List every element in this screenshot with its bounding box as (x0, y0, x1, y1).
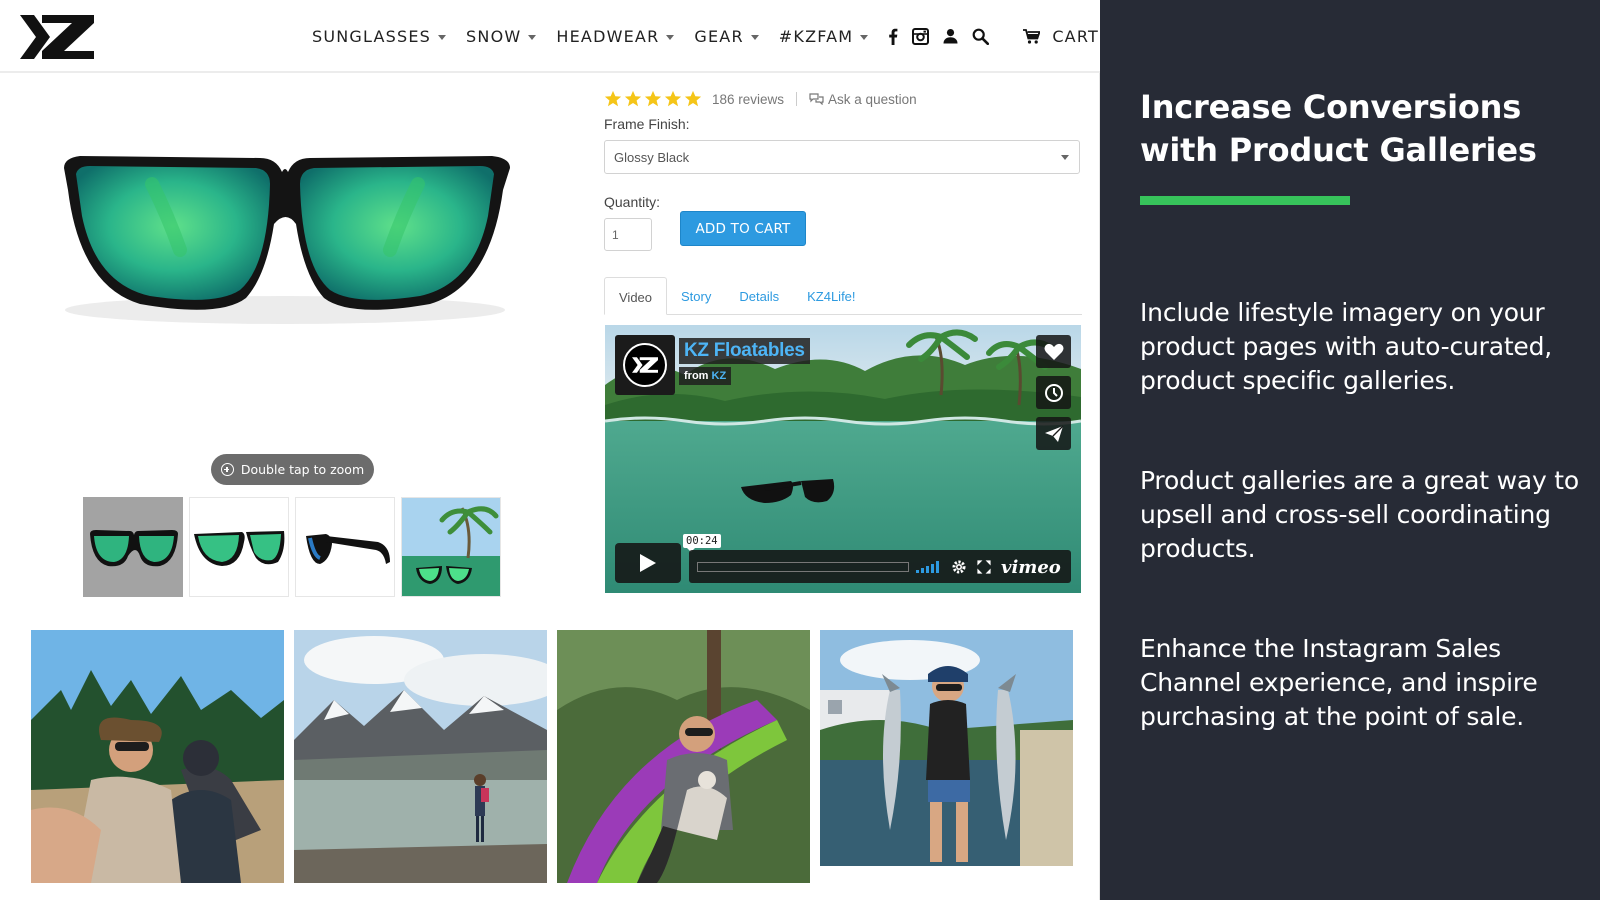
zoom-hint-button[interactable]: Double tap to zoom (211, 454, 374, 485)
thumbnail-angled[interactable] (189, 497, 289, 597)
fullscreen-icon[interactable] (977, 560, 991, 574)
chevron-down-icon (666, 34, 675, 40)
product-main-image[interactable] (40, 120, 530, 340)
site-header: SUNGLASSES SNOW HEADWEAR GEAR #KZFAM CAR… (0, 0, 1100, 73)
kz-logo-icon (623, 343, 667, 387)
chevron-down-icon (750, 34, 759, 40)
play-button[interactable] (615, 543, 681, 583)
reviews-link[interactable]: 186 reviews (712, 92, 784, 107)
thumbnail-side[interactable] (295, 497, 395, 597)
tab-video[interactable]: Video (604, 277, 668, 315)
video-title[interactable]: KZ Floatables (679, 338, 810, 364)
video-controls: vimeo (689, 550, 1071, 583)
gallery-image-glacier[interactable] (294, 630, 547, 883)
nav-headwear[interactable]: HEADWEAR (556, 27, 675, 46)
zoom-hint-label: Double tap to zoom (240, 462, 365, 477)
product-details: 186 reviews Ask a question Frame Finish:… (604, 88, 1082, 264)
product-tabs: Video Story Details KZ4Life! (604, 277, 1082, 315)
panel-paragraph-2: Product galleries are a great way to ups… (1140, 466, 1580, 563)
panel-heading: Increase Conversions with Product Galler… (1140, 88, 1537, 169)
video-player[interactable]: KZ Floatables from KZ 00:24 vimeo (605, 325, 1081, 593)
video-timecode: 00:24 (683, 534, 721, 552)
thumbnail-front[interactable] (83, 497, 183, 597)
video-control-icons: vimeo (916, 557, 1061, 578)
product-thumbnails (83, 497, 507, 597)
cart-label: CART (1052, 26, 1099, 46)
watch-later-button[interactable] (1036, 376, 1071, 409)
lifestyle-gallery (31, 630, 1083, 883)
byline-channel: KZ (711, 370, 727, 382)
kz-logo[interactable] (20, 15, 94, 59)
frame-finish-value: Glossy Black (614, 149, 690, 165)
volume-icon[interactable] (916, 561, 941, 573)
nav-kzfam[interactable]: #KZFAM (779, 27, 869, 46)
chevron-down-icon (1061, 154, 1069, 160)
video-progress-bar[interactable] (697, 562, 909, 572)
user-icon[interactable] (943, 28, 958, 44)
quantity-input[interactable]: 1 (604, 218, 652, 251)
frame-finish-label: Frame Finish: (604, 116, 690, 132)
gallery-image-hammock[interactable] (557, 630, 810, 883)
star-icon (624, 90, 642, 107)
zoom-in-icon (220, 463, 234, 476)
frame-finish-select[interactable]: Glossy Black (604, 140, 1080, 174)
play-icon (640, 554, 656, 572)
marketing-panel: Increase Conversions with Product Galler… (1100, 0, 1600, 900)
like-button[interactable] (1036, 335, 1071, 368)
chevron-down-icon (438, 34, 447, 40)
thumbnail-lifestyle[interactable] (401, 497, 501, 597)
tab-details[interactable]: Details (725, 289, 793, 314)
chat-bubbles-icon (809, 93, 824, 105)
video-byline[interactable]: from KZ (679, 367, 732, 385)
star-rating[interactable] (604, 90, 704, 108)
panel-paragraph-3: Enhance the Instagram Sales Channel expe… (1140, 634, 1538, 731)
facebook-icon[interactable] (888, 28, 898, 45)
video-side-actions (1036, 335, 1071, 458)
chevron-down-icon (528, 34, 537, 40)
nav-snow[interactable]: SNOW (466, 27, 537, 46)
accent-bar (1140, 196, 1350, 205)
share-button[interactable] (1036, 417, 1071, 450)
search-icon[interactable] (972, 28, 990, 45)
nav-sunglasses[interactable]: SUNGLASSES (312, 27, 447, 46)
star-icon (644, 90, 662, 107)
ask-question-label: Ask a question (828, 91, 917, 107)
star-icon (604, 90, 622, 107)
panel-paragraph-1: Include lifestyle imagery on your produc… (1140, 298, 1553, 395)
star-icon (664, 90, 682, 107)
paper-plane-icon (1044, 425, 1063, 442)
quantity-label: Quantity: (604, 194, 661, 210)
ask-question-link[interactable]: Ask a question (809, 92, 917, 107)
cart-icon (1023, 28, 1041, 44)
divider (796, 92, 798, 106)
nav-gear[interactable]: GEAR (694, 27, 759, 46)
cart-link[interactable]: CART (1023, 27, 1099, 46)
byline-prefix: from (684, 370, 709, 382)
main-nav: SUNGLASSES SNOW HEADWEAR GEAR #KZFAM CAR… (312, 22, 1099, 50)
tab-kz4life[interactable]: KZ4Life! (793, 289, 869, 314)
vimeo-logo[interactable]: vimeo (1001, 557, 1061, 578)
settings-icon[interactable] (951, 559, 967, 575)
star-icon (684, 90, 702, 107)
gallery-image-fishing[interactable] (820, 630, 1073, 866)
channel-avatar[interactable] (615, 335, 675, 395)
tab-story[interactable]: Story (667, 289, 725, 314)
clock-icon (1044, 383, 1063, 402)
instagram-icon[interactable] (912, 27, 930, 45)
gallery-image-atv[interactable] (31, 630, 284, 883)
chevron-down-icon (860, 34, 869, 40)
add-to-cart-button[interactable]: ADD TO CART (680, 211, 806, 246)
quantity-row: Quantity: 1 ADD TO CART (604, 194, 1082, 264)
store-page: SUNGLASSES SNOW HEADWEAR GEAR #KZFAM CAR… (0, 0, 1100, 900)
rating-row: 186 reviews Ask a question (604, 88, 1082, 110)
heart-icon (1044, 343, 1063, 360)
